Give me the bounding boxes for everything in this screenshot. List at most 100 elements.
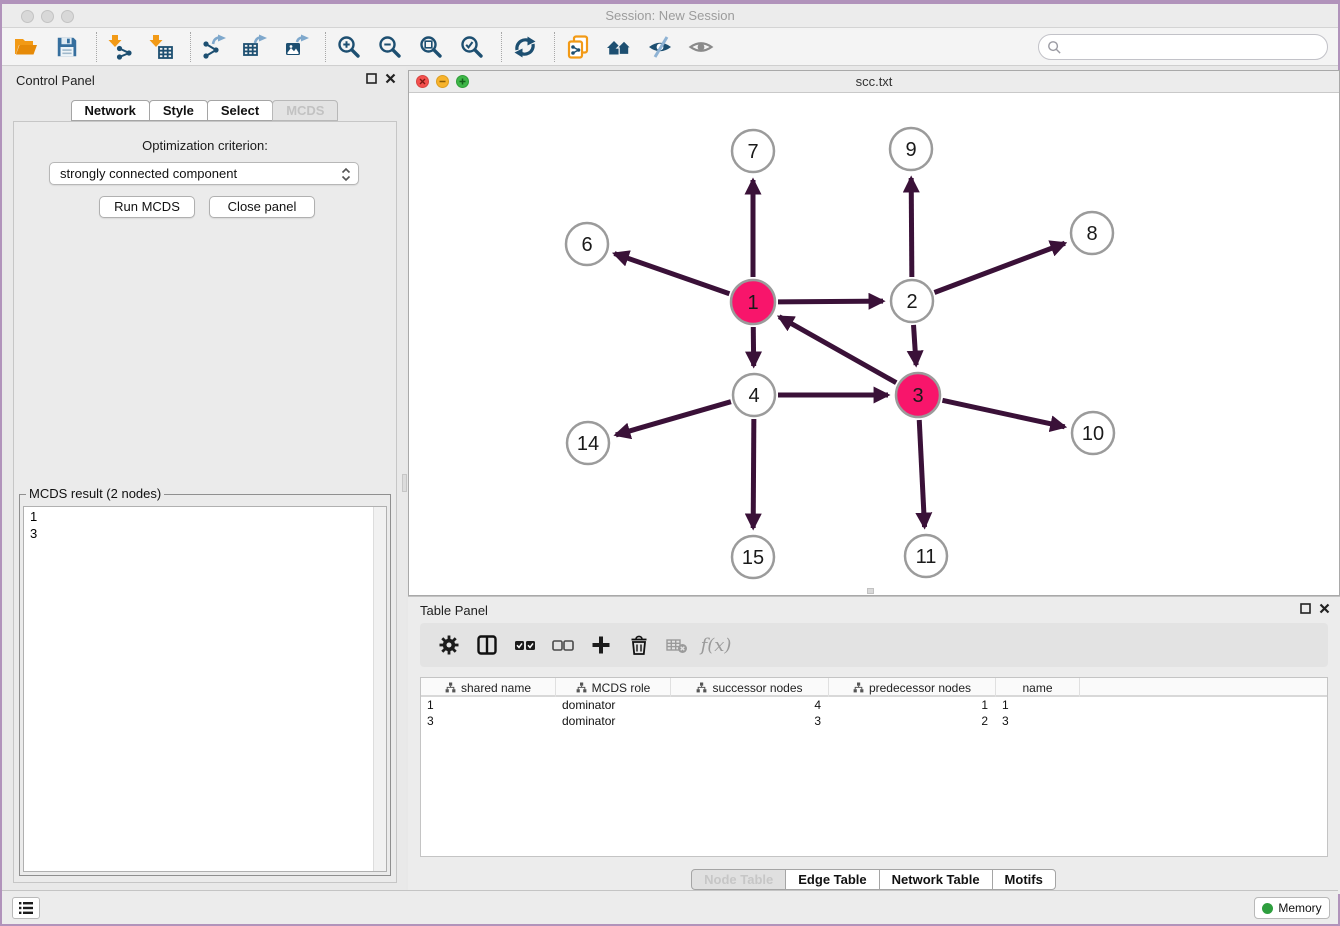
- tab-mcds: MCDS: [272, 100, 338, 121]
- graph-edge-1-2[interactable]: [778, 301, 883, 302]
- sort-hierarchy-icon: [445, 682, 456, 693]
- export-network-icon[interactable]: [200, 33, 228, 61]
- graph-edge-4-14[interactable]: [616, 402, 731, 435]
- scrollbar-thumb[interactable]: [867, 588, 874, 594]
- sort-hierarchy-icon: [853, 682, 864, 693]
- optimization-criterion-label: Optimization criterion:: [14, 138, 396, 153]
- graph-edge-1-6[interactable]: [614, 254, 729, 294]
- table-cell[interactable]: 1: [421, 697, 556, 713]
- export-image-icon[interactable]: [282, 33, 310, 61]
- graph-edge-2-9[interactable]: [911, 178, 912, 277]
- graph-node-label: 7: [747, 141, 758, 163]
- add-column-icon[interactable]: [588, 632, 614, 658]
- table-cell[interactable]: 2: [829, 713, 996, 729]
- open-session-icon[interactable]: [12, 33, 40, 61]
- import-network-icon[interactable]: [106, 33, 134, 61]
- zoom-in-icon[interactable]: [335, 33, 363, 61]
- table-row[interactable]: 1dominator411: [421, 697, 1327, 713]
- zoom-out-icon[interactable]: [376, 33, 404, 61]
- float-panel-icon[interactable]: [1300, 603, 1311, 614]
- sort-hierarchy-icon: [696, 682, 707, 693]
- column-header-name[interactable]: name: [996, 678, 1080, 697]
- column-header-predecessor-nodes[interactable]: predecessor nodes: [829, 678, 996, 697]
- float-panel-icon[interactable]: [366, 73, 377, 84]
- memory-button[interactable]: Memory: [1254, 897, 1330, 919]
- graph-node-label: 15: [742, 547, 764, 569]
- graph-edge-2-3[interactable]: [914, 325, 917, 365]
- tab-edge-table[interactable]: Edge Table: [785, 869, 879, 890]
- graph-node-label: 4: [748, 385, 759, 407]
- hide-graphics-icon[interactable]: [646, 33, 674, 61]
- mcds-result-line: 3: [30, 525, 386, 542]
- zoom-selected-icon[interactable]: [458, 33, 486, 61]
- table-cell[interactable]: 3: [421, 713, 556, 729]
- run-mcds-button[interactable]: Run MCDS: [99, 196, 195, 218]
- tab-node-table[interactable]: Node Table: [691, 869, 786, 890]
- column-header-label: predecessor nodes: [869, 681, 971, 695]
- graph-edge-3-1[interactable]: [779, 317, 896, 383]
- graph-node-label: 8: [1086, 223, 1097, 245]
- zoom-fit-icon[interactable]: [417, 33, 445, 61]
- table-cell[interactable]: dominator: [556, 713, 671, 729]
- split-columns-icon[interactable]: [474, 632, 500, 658]
- table-cell[interactable]: 1: [996, 697, 1080, 713]
- scrollbar-track[interactable]: [373, 507, 386, 871]
- delete-column-icon[interactable]: [626, 632, 652, 658]
- mcds-result-list[interactable]: 13: [23, 506, 387, 872]
- search-icon: [1047, 40, 1062, 55]
- table-cell[interactable]: 3: [996, 713, 1080, 729]
- tab-network-table[interactable]: Network Table: [879, 869, 993, 890]
- toolbar-separator: [501, 32, 502, 62]
- show-panels-button[interactable]: [12, 897, 40, 919]
- network-canvas[interactable]: 1234678910111415: [409, 93, 1339, 595]
- function-builder-icon: f(x): [702, 632, 728, 658]
- graph-node-label: 2: [906, 291, 917, 313]
- chevron-up-down-icon: [341, 167, 351, 182]
- main-toolbar: [2, 28, 1338, 66]
- network-window-titlebar[interactable]: scc.txt: [409, 71, 1339, 93]
- settings-gear-icon[interactable]: [436, 632, 462, 658]
- home-networks-icon[interactable]: [605, 33, 633, 61]
- window-title: Session: New Session: [2, 8, 1338, 23]
- toolbar-separator: [190, 32, 191, 62]
- search-input[interactable]: [1062, 35, 1327, 59]
- graph-edge-3-11[interactable]: [919, 420, 924, 527]
- table-row[interactable]: 3dominator323: [421, 713, 1327, 729]
- table-cell[interactable]: 4: [671, 697, 829, 713]
- graph-edge-4-15[interactable]: [753, 419, 754, 528]
- table-cell[interactable]: dominator: [556, 697, 671, 713]
- apply-layout-icon[interactable]: [511, 33, 539, 61]
- network-window-title: scc.txt: [409, 74, 1339, 89]
- table-panel-header: Table Panel: [408, 597, 1340, 623]
- graph-node-label: 10: [1082, 423, 1104, 445]
- close-panel-icon[interactable]: [1319, 603, 1330, 614]
- export-table-icon[interactable]: [241, 33, 269, 61]
- save-session-icon[interactable]: [53, 33, 81, 61]
- table-cell[interactable]: 3: [671, 713, 829, 729]
- table-header-row: shared nameMCDS role successor nodes prede…: [421, 678, 1327, 697]
- memory-label: Memory: [1278, 901, 1321, 915]
- tab-motifs[interactable]: Motifs: [992, 869, 1056, 890]
- deselect-all-checkboxes-icon[interactable]: [550, 632, 576, 658]
- graph-edge-3-10[interactable]: [942, 400, 1064, 427]
- show-graphics-icon[interactable]: [687, 33, 715, 61]
- table-cell[interactable]: 1: [829, 697, 996, 713]
- optimization-criterion-dropdown[interactable]: strongly connected component: [49, 162, 359, 185]
- tab-select[interactable]: Select: [207, 100, 273, 121]
- tab-style[interactable]: Style: [149, 100, 208, 121]
- column-header-shared-name[interactable]: shared name: [421, 678, 556, 697]
- close-panel-icon[interactable]: [385, 73, 396, 84]
- column-header-label: successor nodes: [712, 681, 802, 695]
- clone-network-icon[interactable]: [564, 33, 592, 61]
- column-header-successor-nodes[interactable]: successor nodes: [671, 678, 829, 697]
- graph-node-label: 6: [581, 234, 592, 256]
- panel-splitter-handle[interactable]: [402, 474, 407, 492]
- column-header-MCDS-role[interactable]: MCDS role: [556, 678, 671, 697]
- tab-network[interactable]: Network: [71, 100, 150, 121]
- search-field[interactable]: [1038, 34, 1328, 60]
- graph-edge-2-8[interactable]: [934, 243, 1064, 292]
- graph-node-label: 11: [916, 546, 937, 568]
- select-all-checkboxes-icon[interactable]: [512, 632, 538, 658]
- import-table-icon[interactable]: [147, 33, 175, 61]
- close-panel-button[interactable]: Close panel: [209, 196, 315, 218]
